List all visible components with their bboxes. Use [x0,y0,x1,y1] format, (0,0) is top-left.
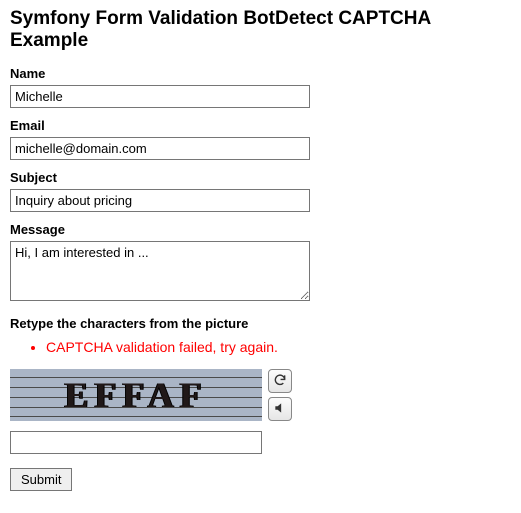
email-field: Email [10,118,511,160]
captcha-controls [268,369,292,421]
captcha-row: EFFAF [10,369,511,421]
captcha-sound-button[interactable] [268,397,292,421]
error-list: CAPTCHA validation failed, try again. [10,339,511,355]
submit-button[interactable]: Submit [10,468,72,491]
name-field: Name [10,66,511,108]
captcha-image: EFFAF [10,369,262,421]
name-input[interactable] [10,85,310,108]
message-textarea[interactable]: Hi, I am interested in ... [10,241,310,301]
subject-input[interactable] [10,189,310,212]
message-label: Message [10,222,511,237]
subject-label: Subject [10,170,511,185]
captcha-input[interactable] [10,431,262,454]
reload-icon [273,373,287,390]
captcha-image-text: EFFAF [10,369,262,421]
message-field: Message Hi, I am interested in ... [10,222,511,304]
name-label: Name [10,66,511,81]
page-title: Symfony Form Validation BotDetect CAPTCH… [10,8,511,52]
captcha-label: Retype the characters from the picture [10,316,511,331]
captcha-reload-button[interactable] [268,369,292,393]
email-label: Email [10,118,511,133]
captcha-error: CAPTCHA validation failed, try again. [46,339,511,355]
subject-field: Subject [10,170,511,212]
email-input[interactable] [10,137,310,160]
sound-icon [273,401,287,418]
